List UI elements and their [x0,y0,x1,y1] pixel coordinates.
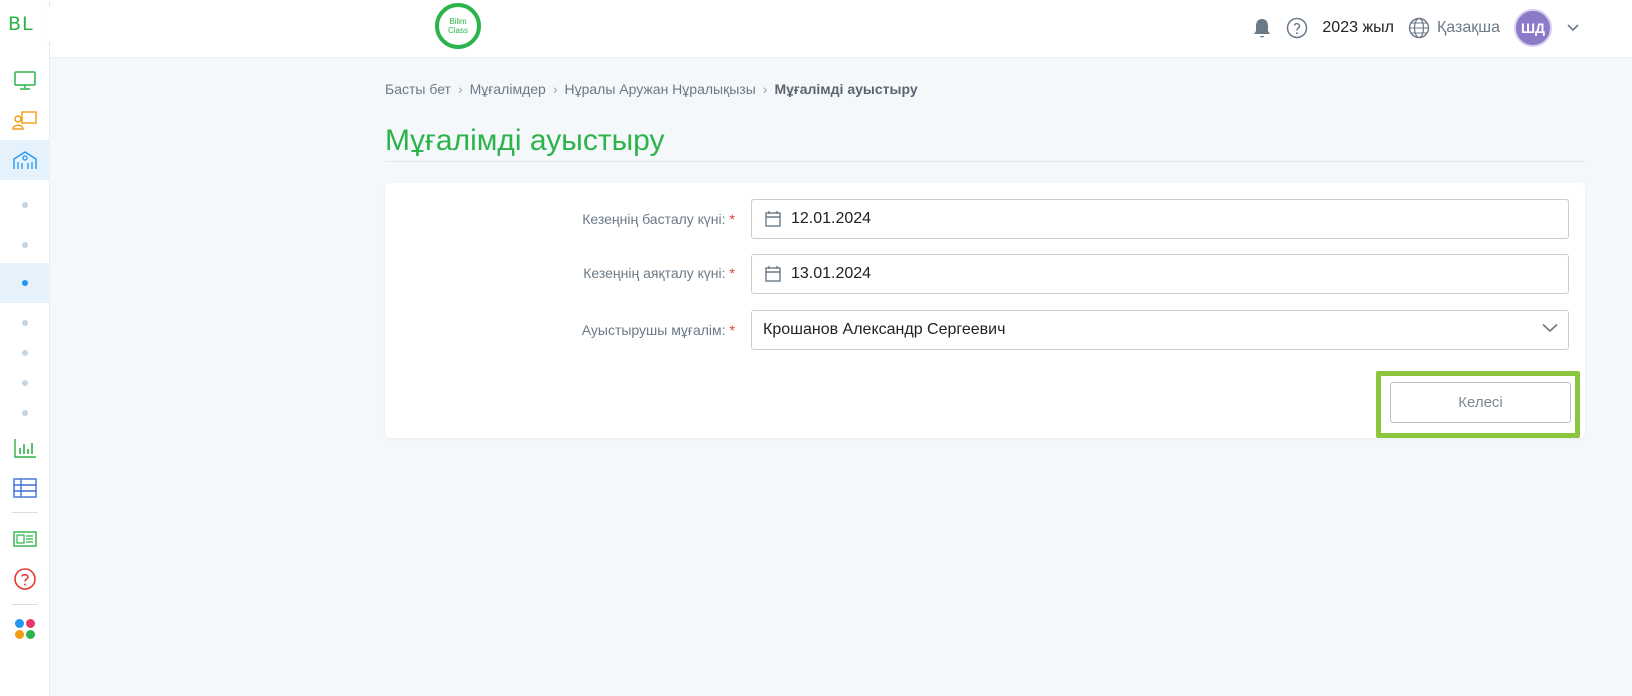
user-avatar[interactable]: ШД [1514,9,1552,47]
sidebar-item-journal[interactable] [0,468,50,508]
breadcrumb-current: Мұғалімді ауыстыру [774,81,918,97]
bullet-icon [22,320,28,326]
brand-line-1: Bilim [449,17,467,26]
user-menu-toggle[interactable] [1566,23,1580,33]
page-title: Мұғалімді ауыстыру [385,124,665,157]
replacement-teacher-select[interactable]: Крошанов Александр Сергеевич [751,310,1569,350]
help-icon [14,568,36,590]
sidebar-subitem-3[interactable] [0,263,50,303]
teacher-label: Ауыстырушы мұғалім: * [582,322,735,338]
notifications-button[interactable] [1252,17,1272,39]
table-icon [13,478,37,498]
next-button[interactable]: Келесі [1390,382,1571,423]
breadcrumb: Басты бет › Мұғалімдер › Нұралы Аружан Н… [385,81,918,97]
required-mark: * [729,211,735,227]
title-divider [385,161,1585,162]
bell-icon [1254,19,1271,38]
apps-icon [15,619,35,639]
chart-icon [14,439,36,458]
breadcrumb-home[interactable]: Басты бет [385,81,451,97]
sidebar: BL [0,0,74,696]
start-date-label: Кезеңнің басталу күні: * [582,211,735,227]
news-icon [13,531,37,547]
end-date-label-text: Кезеңнің аяқталу күні: [583,265,726,281]
end-date-label: Кезеңнің аяқталу күні: * [583,265,735,281]
end-date-field[interactable]: 13.01.2024 [751,254,1569,294]
start-date-field[interactable]: 12.01.2024 [751,199,1569,239]
question-circle-icon [1287,17,1308,39]
bullet-icon [22,380,28,386]
bullet-icon [22,410,28,416]
sidebar-item-reports[interactable] [0,428,50,468]
breadcrumb-separator-icon: › [552,81,558,97]
sidebar-item-help[interactable] [0,559,50,599]
top-right-controls: 2023 жыл Қазақша ШД [1252,8,1580,48]
sidebar-subitem-7[interactable] [0,393,50,433]
language-selector[interactable]: Қазақша [1408,17,1500,39]
replace-teacher-form: Кезеңнің басталу күні: * 12.01.2024 Кезең… [385,183,1585,438]
bullet-icon [22,242,28,248]
sidebar-divider [12,604,38,605]
monitor-icon [14,71,36,90]
language-label: Қазақша [1436,19,1500,36]
bilimclass-logo[interactable]: Bilim Class [435,3,481,49]
breadcrumb-separator-icon: › [762,81,768,97]
teacher-select-value: Крошанов Александр Сергеевич [763,321,1006,338]
top-bar: Bilim Class 2023 жыл Қазақша ШД [50,0,1632,58]
sidebar-divider [12,512,38,513]
sidebar-item-teachers[interactable] [0,100,50,140]
calendar-icon [764,210,782,228]
sidebar-item-school[interactable] [0,140,50,180]
breadcrumb-separator-icon: › [457,81,463,97]
start-date-label-text: Кезеңнің басталу күні: [582,211,726,227]
globe-icon [1408,17,1430,39]
help-button[interactable] [1286,17,1308,39]
chevron-down-icon [1567,24,1579,32]
chevron-down-icon [1542,323,1558,333]
end-date-value: 13.01.2024 [791,265,872,282]
sidebar-item-monitor[interactable] [0,60,50,100]
breadcrumb-teachers[interactable]: Мұғалімдер [470,81,546,97]
sidebar-subitem-2[interactable] [0,225,50,265]
bullet-icon [22,202,28,208]
sidebar-item-apps[interactable] [0,609,50,649]
calendar-icon [764,265,782,283]
brand-line-2: Class [447,26,468,35]
breadcrumb-teacher[interactable]: Нұралы Аружан Нұралықызы [564,81,755,97]
bullet-icon [22,350,28,356]
sidebar-item-news[interactable] [0,519,50,559]
required-mark: * [729,322,735,338]
teacher-board-icon [12,111,37,130]
app-logo[interactable]: BL [8,13,34,35]
school-icon [13,151,37,169]
teacher-label-text: Ауыстырушы мұғалім: [581,322,726,338]
academic-year[interactable]: 2023 жыл [1322,19,1394,37]
bullet-icon [22,280,28,286]
sidebar-subitem-1[interactable] [0,185,50,225]
start-date-value: 12.01.2024 [791,210,872,227]
required-mark: * [729,265,735,281]
